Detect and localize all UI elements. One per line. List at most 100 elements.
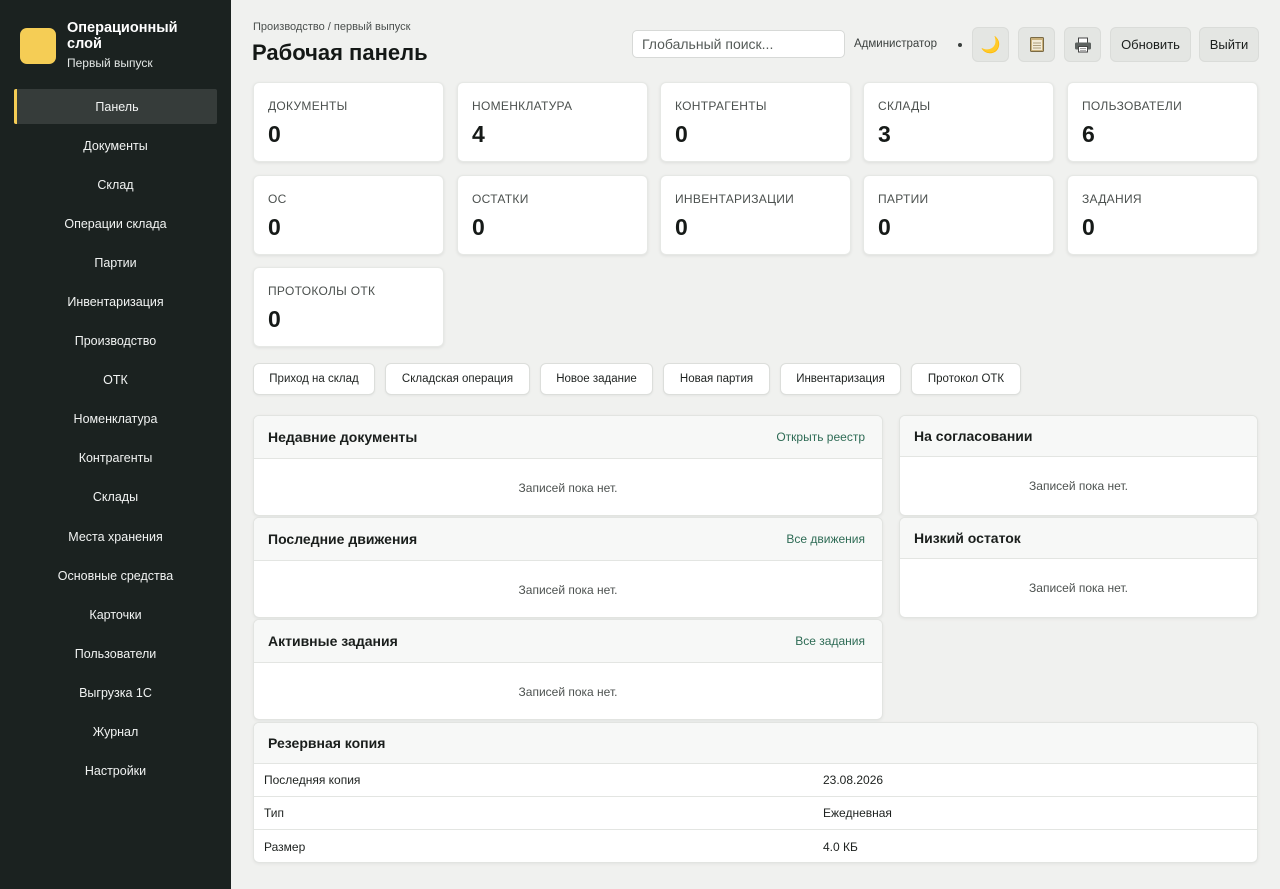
stat-card-counterparties[interactable]: Контрагенты 0 [660, 82, 851, 162]
stat-value: 0 [878, 214, 891, 240]
backup-value: 4.0 КБ [823, 839, 858, 854]
stat-label: Склады [878, 99, 931, 113]
theme-toggle-button[interactable]: 🌙 [972, 27, 1009, 62]
qc-protocol-button[interactable]: Протокол ОТК [911, 363, 1021, 395]
panel-title: Активные задания [268, 633, 398, 649]
logout-button[interactable]: Выйти [1199, 27, 1259, 62]
panel-title: Резервная копия [268, 735, 386, 751]
table-row: Размер 4.0 КБ [254, 830, 1257, 862]
backup-key: Тип [264, 806, 285, 820]
app-logo [20, 28, 56, 64]
sidebar-item-journal[interactable]: Журнал [14, 715, 217, 750]
refresh-button[interactable]: Обновить [1110, 27, 1191, 62]
sidebar-item-batches[interactable]: Партии [14, 245, 217, 280]
sidebar-item-fixed-assets[interactable]: Основные средства [14, 558, 217, 593]
user-status-dot [958, 43, 962, 47]
stat-value: 3 [878, 121, 891, 147]
empty-state: Записей пока нет. [1029, 479, 1128, 493]
sidebar-item-warehouse[interactable]: Склад [14, 167, 217, 202]
active-tasks-panel: Активные задания Все задания Записей пок… [253, 619, 883, 720]
stat-label: ОС [268, 192, 287, 206]
breadcrumb[interactable]: Производство / первый выпуск [253, 21, 410, 33]
stat-card-nomenclature[interactable]: Номенклатура 4 [457, 82, 648, 162]
all-movements-link[interactable]: Все движения [786, 532, 865, 546]
print-button[interactable] [1064, 27, 1101, 62]
sidebar-item-storage-locations[interactable]: Места хранения [14, 519, 217, 554]
global-search-input[interactable] [632, 30, 845, 58]
stat-value: 0 [268, 214, 281, 240]
sidebar-item-settings[interactable]: Настройки [14, 754, 217, 789]
stat-value: 4 [472, 121, 485, 147]
stat-label: Номенклатура [472, 99, 573, 113]
stat-card-warehouses[interactable]: Склады 3 [863, 82, 1054, 162]
sidebar-item-counterparties[interactable]: Контрагенты [14, 441, 217, 476]
stat-value: 0 [675, 121, 688, 147]
stat-card-documents[interactable]: Документы 0 [253, 82, 444, 162]
notepad-icon [1029, 37, 1044, 52]
panel-title: Последние движения [268, 531, 418, 547]
brand[interactable]: Операционный слой Первый выпуск [20, 20, 197, 70]
stat-label: Документы [268, 99, 348, 113]
stat-label: Партии [878, 192, 929, 206]
sidebar-item-production[interactable]: Производство [14, 324, 217, 359]
stat-card-inventories[interactable]: Инвентаризации 0 [660, 175, 851, 255]
stat-label: Пользователи [1082, 99, 1182, 113]
stat-card-fixed-assets[interactable]: ОС 0 [253, 175, 444, 255]
stat-label: Задания [1082, 192, 1142, 206]
inventory-button[interactable]: Инвентаризация [780, 363, 901, 395]
open-registry-link[interactable]: Открыть реестр [776, 430, 865, 444]
empty-state: Записей пока нет. [518, 583, 618, 597]
sidebar-item-cards[interactable]: Карточки [14, 597, 217, 632]
backup-value: 23.08.2026 [823, 773, 884, 787]
new-batch-button[interactable]: Новая партия [663, 363, 770, 395]
new-task-button[interactable]: Новое задание [540, 363, 653, 395]
app-subtitle: Первый выпуск [67, 56, 153, 70]
backup-key: Размер [264, 839, 306, 854]
sidebar-item-1c-export[interactable]: Выгрузка 1С [14, 675, 217, 710]
page-title: Рабочая панель [252, 40, 428, 65]
moon-icon: 🌙 [980, 36, 1001, 54]
stat-value: 6 [1082, 121, 1095, 147]
sidebar-item-qc[interactable]: ОТК [14, 363, 217, 398]
empty-state: Записей пока нет. [518, 481, 618, 495]
recent-documents-panel: Недавние документы Открыть реестр Записе… [253, 415, 883, 516]
stat-label: Остатки [472, 192, 529, 206]
stat-value: 0 [1082, 214, 1095, 240]
stat-value: 0 [675, 214, 688, 240]
stat-card-qc-protocols[interactable]: Протоколы ОТК 0 [253, 267, 444, 347]
sidebar-item-nomenclature[interactable]: Номенклатура [14, 402, 217, 437]
warehouse-operation-button[interactable]: Складская операция [385, 363, 530, 395]
sidebar-item-warehouses[interactable]: Склады [14, 480, 217, 515]
stat-label: Инвентаризации [675, 192, 795, 206]
stat-card-tasks[interactable]: Задания 0 [1067, 175, 1258, 255]
app-title: Операционный слой [67, 20, 178, 52]
receipt-button[interactable]: Приход на склад [253, 363, 375, 395]
empty-state: Записей пока нет. [1029, 581, 1128, 595]
sidebar-item-warehouse-operations[interactable]: Операции склада [14, 206, 217, 241]
empty-state: Записей пока нет. [518, 685, 618, 699]
stat-label: Протоколы ОТК [268, 284, 376, 298]
sidebar-item-documents[interactable]: Документы [14, 128, 217, 163]
stat-label: Контрагенты [675, 99, 767, 113]
table-row: Тип Ежедневная [254, 797, 1257, 830]
sidebar: Операционный слой Первый выпуск Панель Д… [0, 0, 231, 889]
stat-card-batches[interactable]: Партии 0 [863, 175, 1054, 255]
stat-card-stock[interactable]: Остатки 0 [457, 175, 648, 255]
table-row: Последняя копия 23.08.2026 [254, 764, 1257, 797]
pending-approval-panel: На согласовании Записей пока нет. [899, 415, 1258, 516]
stat-value: 0 [268, 121, 281, 147]
panel-title: На согласовании [914, 428, 1033, 444]
sidebar-item-dashboard[interactable]: Панель [14, 89, 217, 124]
stat-card-users[interactable]: Пользователи 6 [1067, 82, 1258, 162]
low-stock-panel: Низкий остаток Записей пока нет. [899, 517, 1258, 618]
panel-title: Низкий остаток [914, 530, 1021, 546]
backup-key: Последняя копия [264, 773, 361, 787]
backup-panel: Резервная копия Последняя копия 23.08.20… [253, 722, 1258, 863]
sidebar-item-users[interactable]: Пользователи [14, 636, 217, 671]
sidebar-item-inventory[interactable]: Инвентаризация [14, 284, 217, 319]
all-tasks-link[interactable]: Все задания [795, 634, 865, 648]
stat-value: 0 [268, 306, 281, 332]
notes-button[interactable] [1018, 27, 1055, 62]
sidebar-nav: Панель Документы Склад Операции склада П… [14, 89, 217, 793]
panel-title: Недавние документы [268, 429, 418, 445]
